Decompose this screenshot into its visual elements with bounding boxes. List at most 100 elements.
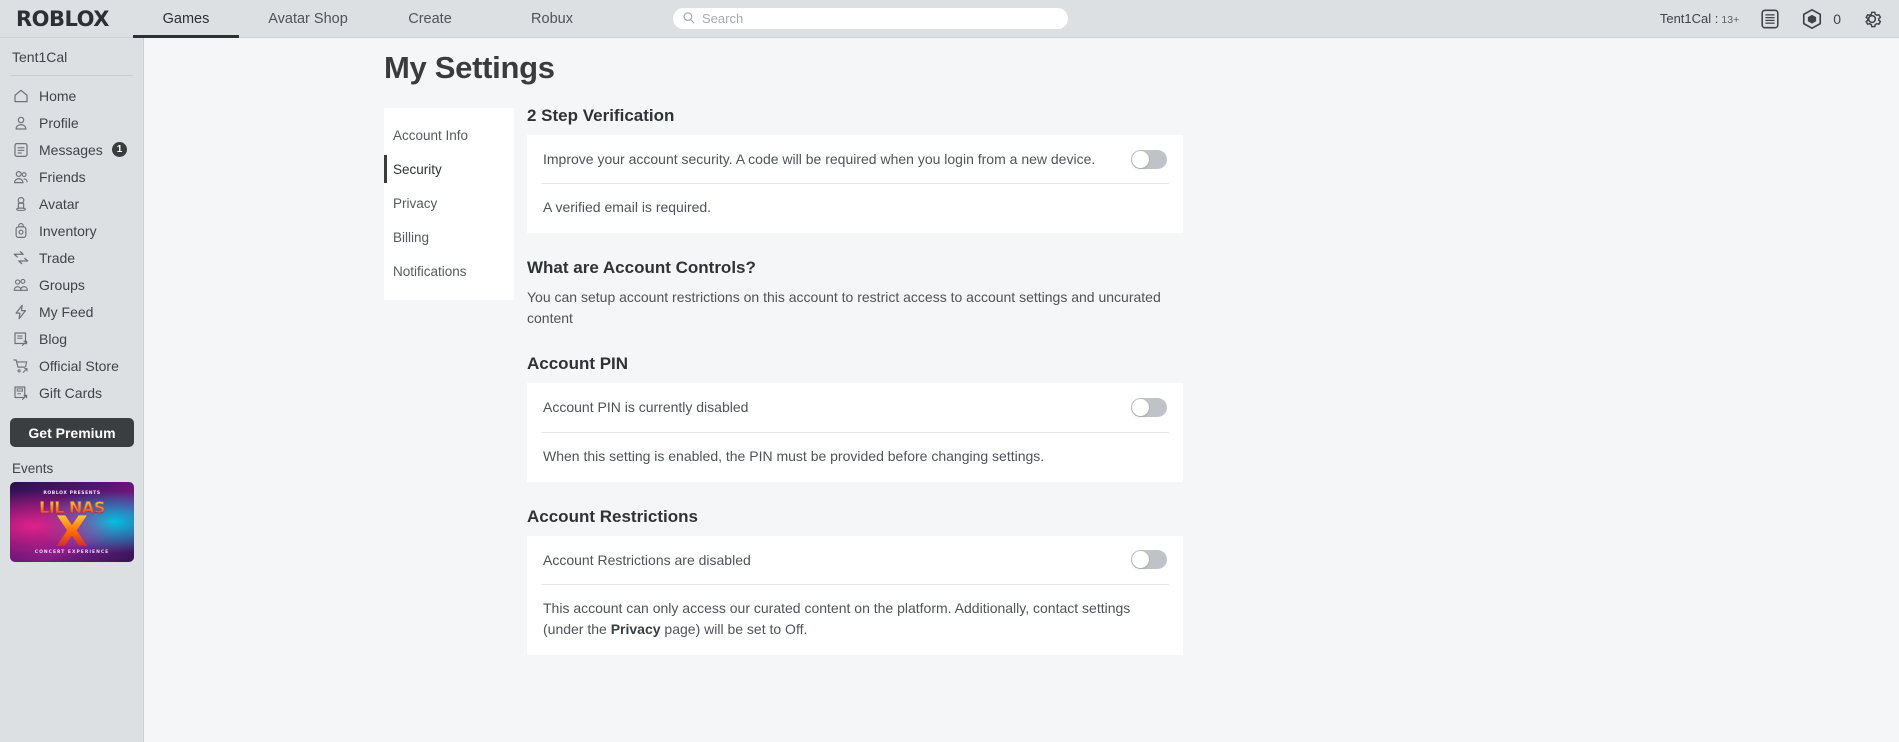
account-pin-card: Account PIN is currently disabled When t… xyxy=(527,383,1183,482)
nav-tab-label: Avatar Shop xyxy=(268,10,348,27)
two-step-heading: 2 Step Verification xyxy=(527,106,675,125)
tab-label: Privacy xyxy=(393,195,438,211)
two-step-note: A verified email is required. xyxy=(543,199,712,216)
account-controls-description: You can setup account restrictions on th… xyxy=(527,289,1161,327)
sidebar-item-label: My Feed xyxy=(39,303,94,320)
sidebar-item-label: Official Store xyxy=(39,357,119,374)
robux-amount: 0 xyxy=(1833,10,1841,27)
top-header: ROBLOX Games Avatar Shop Create Robux Te… xyxy=(0,0,1899,38)
sidebar-item-label: Messages xyxy=(39,141,103,158)
tab-label: Security xyxy=(393,161,442,177)
inventory-icon xyxy=(15,222,27,238)
nav-tab-robux[interactable]: Robux xyxy=(491,0,613,38)
account-restrictions-heading: Account Restrictions xyxy=(527,506,698,526)
main-content: My Settings Account Info Security Privac… xyxy=(144,38,1899,742)
settings-content: 2 Step Verification Improve your account… xyxy=(527,106,1183,655)
sidebar-item-blog[interactable]: Blog xyxy=(10,325,133,352)
sidebar-item-inventory[interactable]: Inventory xyxy=(10,217,133,244)
home-icon xyxy=(14,89,28,102)
account-restrictions-note: This account can only access our curated… xyxy=(527,585,1183,655)
event-banner-subtitle: CONCERT EXPERIENCE xyxy=(34,550,110,555)
event-banner-x: X xyxy=(10,511,134,553)
toggle-knob xyxy=(1132,150,1149,168)
search-container xyxy=(673,8,1068,29)
tab-account-info[interactable]: Account Info xyxy=(384,118,514,152)
sidebar-item-profile[interactable]: Profile xyxy=(10,109,133,136)
account-pin-note: When this setting is enabled, the PIN mu… xyxy=(543,447,1045,464)
tab-notifications[interactable]: Notifications xyxy=(384,254,514,288)
robux-icon[interactable] xyxy=(1801,8,1823,30)
age-label: 13+ xyxy=(1721,14,1740,26)
settings-tabs: Account Info Security Privacy Billing No… xyxy=(384,108,514,300)
account-pin-row: Account PIN is currently disabled xyxy=(527,383,1183,431)
sidebar-item-label: Friends xyxy=(39,168,86,185)
account-restrictions-row: Account Restrictions are disabled xyxy=(527,536,1183,584)
account-controls-heading: What are Account Controls? xyxy=(527,258,756,278)
sidebar-item-label: Groups xyxy=(39,276,85,293)
account-restrictions-status: Account Restrictions are disabled xyxy=(543,551,751,568)
tab-billing[interactable]: Billing xyxy=(384,220,514,254)
user-age-chip[interactable]: Tent1Cal :13+ xyxy=(1660,11,1739,26)
list-icon[interactable] xyxy=(1759,8,1781,30)
sidebar-item-label: Inventory xyxy=(39,222,97,239)
event-banner-presenter: ROBLOX PRESENTS xyxy=(43,491,101,496)
feed-icon xyxy=(15,304,27,319)
tab-label: Billing xyxy=(393,229,430,245)
profile-icon xyxy=(15,116,27,130)
gear-icon[interactable] xyxy=(1861,8,1883,30)
two-step-row: Improve your account security. A code wi… xyxy=(527,135,1183,183)
tab-security[interactable]: Security xyxy=(384,152,514,186)
account-pin-toggle[interactable] xyxy=(1131,397,1167,417)
nav-tab-label: Create xyxy=(408,10,452,27)
sidebar-item-label: Profile xyxy=(39,114,79,131)
toggle-knob xyxy=(1132,551,1149,569)
sidebar-item-trade[interactable]: Trade xyxy=(10,244,133,271)
nav-tab-label: Games xyxy=(162,10,210,27)
username-label: Tent1Cal : xyxy=(1659,11,1719,26)
account-restrictions-toggle[interactable] xyxy=(1131,550,1167,570)
toggle-knob xyxy=(1132,398,1149,416)
sidebar-item-avatar[interactable]: Avatar xyxy=(10,190,133,217)
nav-tab-label: Robux xyxy=(531,10,573,27)
sidebar-item-label: Home xyxy=(39,87,77,104)
sidebar-item-official-store[interactable]: Official Store xyxy=(10,352,133,379)
sidebar-item-my-feed[interactable]: My Feed xyxy=(10,298,133,325)
events-label: Events xyxy=(12,461,54,476)
friends-icon xyxy=(14,170,28,183)
sidebar-item-label: Avatar xyxy=(39,195,80,212)
avatar-icon xyxy=(16,196,26,211)
page-title: My Settings xyxy=(384,50,555,85)
sidebar-username[interactable]: Tent1Cal xyxy=(10,38,133,76)
nav-tab-create[interactable]: Create xyxy=(369,0,491,38)
store-icon xyxy=(13,358,28,373)
event-banner[interactable]: ROBLOX PRESENTS LIL NAS X CONCERT EXPERI… xyxy=(10,482,134,562)
privacy-link[interactable]: Privacy xyxy=(611,621,661,637)
sidebar-item-gift-cards[interactable]: Gift Cards xyxy=(10,379,133,406)
sidebar-item-label: Blog xyxy=(39,330,68,347)
sidebar-item-home[interactable]: Home xyxy=(10,82,133,109)
sidebar-item-label: Trade xyxy=(39,249,76,266)
tab-label: Notifications xyxy=(393,263,467,279)
sidebar-item-label: Gift Cards xyxy=(39,384,103,401)
left-sidebar: Tent1Cal Home Profile Messages 1 Friends… xyxy=(0,38,144,742)
two-step-toggle[interactable] xyxy=(1131,149,1167,169)
messages-badge: 1 xyxy=(112,142,127,157)
note-part2: page) will be set to Off. xyxy=(660,620,808,637)
account-restrictions-card: Account Restrictions are disabled This a… xyxy=(527,535,1183,655)
blog-icon xyxy=(14,331,28,346)
header-right-group: Tent1Cal :13+ 0 xyxy=(1660,8,1899,30)
get-premium-button[interactable]: Get Premium xyxy=(10,418,134,447)
sidebar-item-groups[interactable]: Groups xyxy=(10,271,133,298)
tab-privacy[interactable]: Privacy xyxy=(384,186,514,220)
tab-label: Account Info xyxy=(393,127,469,143)
sidebar-item-messages[interactable]: Messages 1 xyxy=(10,136,133,163)
search-input[interactable] xyxy=(673,8,1068,29)
trade-icon xyxy=(13,250,29,264)
roblox-logo[interactable]: ROBLOX xyxy=(0,7,125,31)
account-pin-status: Account PIN is currently disabled xyxy=(543,399,749,416)
main-nav: Games Avatar Shop Create Robux xyxy=(125,0,613,38)
sidebar-item-friends[interactable]: Friends xyxy=(10,163,133,190)
two-step-description: Improve your account security. A code wi… xyxy=(543,151,1096,167)
nav-tab-avatar-shop[interactable]: Avatar Shop xyxy=(247,0,369,38)
nav-tab-games[interactable]: Games xyxy=(125,0,247,38)
